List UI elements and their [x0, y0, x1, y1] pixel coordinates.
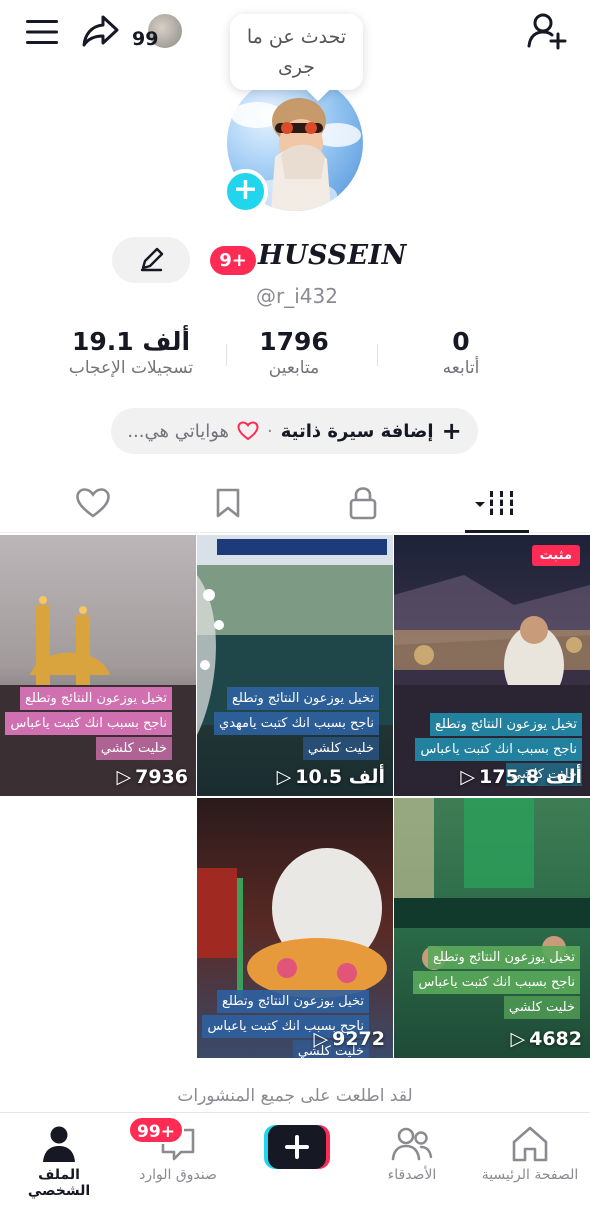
edit-profile-button[interactable] — [112, 237, 190, 283]
view-count-value: 4682 — [529, 1028, 582, 1050]
menu-icon[interactable] — [26, 18, 60, 46]
tab-saved[interactable] — [183, 475, 273, 531]
add-friend-icon[interactable] — [527, 12, 567, 50]
caption-line: ناجح بسبب انك كتبت ياعباس — [5, 712, 172, 735]
play-icon: ▷ — [116, 766, 132, 788]
view-count-value: 10.5 ألف — [295, 766, 385, 788]
likes-stat[interactable]: 19.1 ألف تسجيلات الإعجاب — [50, 327, 212, 378]
tab-videos[interactable] — [452, 475, 542, 531]
profile-tabs — [0, 475, 590, 533]
profile-name: HUSSEIN — [258, 240, 407, 271]
caption-line: تخيل يوزعون النتائج وتطلع — [227, 687, 379, 710]
video-caption: تخيل يوزعون النتائج وتطلع ناجح بسبب انك … — [5, 687, 172, 762]
grid-icon — [475, 491, 513, 515]
followers-stat[interactable]: 1796 متابعين — [240, 327, 348, 378]
video-tile[interactable]: تخيل يوزعون النتائج وتطلع ناجح بسبب انك … — [394, 798, 590, 1058]
followers-count: 1796 — [259, 327, 329, 356]
pinned-badge: مثبت — [531, 545, 580, 566]
caption-line: خليت كلشي — [503, 996, 580, 1019]
add-bio-label: إضافة سيرة ذاتية — [280, 420, 434, 442]
tab-liked[interactable] — [48, 475, 138, 531]
nav-profile-label: الملف الشخصي — [27, 1167, 91, 1199]
view-count-value: 175.8 ألف — [479, 766, 582, 788]
play-icon: ▷ — [276, 766, 292, 788]
video-tile[interactable]: تخيل يوزعون النتائج وتطلع ناجح بسبب انك … — [197, 535, 393, 796]
profile-username: @r_i432 — [256, 284, 338, 308]
all-posts-seen-text: لقد اطلعت على جميع المنشورات — [177, 1086, 413, 1106]
heart-outline-icon — [237, 421, 259, 441]
view-count: ▷ 175.8 ألف — [460, 766, 582, 788]
lock-icon — [349, 487, 377, 520]
nav-inbox-label: صندوق الوارد — [139, 1167, 217, 1183]
view-count: ▷ 7936 — [116, 766, 188, 788]
caption-line: خليت كلشي — [95, 737, 172, 760]
nav-profile[interactable]: الملف الشخصي — [8, 1113, 110, 1214]
bookmark-icon — [216, 488, 240, 518]
likes-label: تسجيلات الإعجاب — [68, 358, 194, 378]
bio-separator: · — [267, 420, 273, 442]
bubble-line1: تحدث عن ما — [246, 26, 347, 48]
caption-line: ناجح بسبب انك كتبت ياعباس — [415, 738, 582, 761]
video-caption: تخيل يوزعون النتائج وتطلع ناجح بسبب انك … — [413, 946, 580, 1021]
video-tile[interactable]: تخيل يوزعون النتائج وتطلع ناجح بسبب انك … — [197, 798, 393, 1058]
video-caption: تخيل يوزعون النتائج وتطلع ناجح بسبب انك … — [214, 687, 379, 762]
plus-icon: + — [441, 417, 462, 445]
bubble-line2: جرى — [277, 56, 316, 78]
view-count-value: 9272 — [332, 1028, 385, 1050]
play-icon: ▷ — [313, 1028, 329, 1050]
home-icon — [470, 1113, 590, 1163]
likes-count: 19.1 ألف — [71, 327, 191, 356]
caption-line: خليت كلشي — [302, 737, 379, 760]
notification-badge[interactable]: 9+ — [210, 246, 256, 275]
stat-divider — [226, 344, 227, 366]
create-button[interactable] — [264, 1125, 330, 1169]
inbox-badge: 99+ — [128, 1116, 184, 1144]
tab-private[interactable] — [318, 475, 408, 531]
caption-line: تخيل يوزعون النتائج وتطلع — [430, 713, 582, 736]
following-stat[interactable]: 0 أتابعه — [418, 327, 504, 378]
caption-line: تخيل يوزعون النتائج وتطلع — [20, 687, 172, 710]
view-count: ▷ 4682 — [510, 1028, 582, 1050]
friends-icon — [362, 1113, 462, 1163]
add-story-button[interactable]: + — [223, 169, 268, 214]
play-icon: ▷ — [510, 1028, 526, 1050]
status-bubble[interactable]: تحدث عن ما جرى — [230, 14, 363, 90]
following-count: 0 — [452, 327, 470, 356]
share-icon[interactable] — [82, 14, 120, 48]
video-tile[interactable]: مثبت تخيل يوزعون النتائج وتطلع ناجح بسبب… — [394, 535, 590, 796]
view-count-value: 7936 — [135, 766, 188, 788]
caption-line: ناجح بسبب انك كتبت ياعباس — [413, 971, 580, 994]
following-label: أتابعه — [442, 358, 480, 378]
bottom-navigation: الصفحة الرئيسية الأصدقاء صندوق الوارد ال… — [0, 1112, 590, 1214]
story-count: 99 — [132, 28, 159, 50]
active-tab-indicator — [465, 530, 529, 533]
caption-line: تخيل يوزعون النتائج وتطلع — [428, 946, 580, 969]
nav-home-label: الصفحة الرئيسية — [481, 1167, 579, 1183]
profile-icon — [8, 1113, 110, 1163]
caption-line: تخيل يوزعون النتائج وتطلع — [217, 990, 369, 1013]
add-bio-button[interactable]: + إضافة سيرة ذاتية · هواياتي هي... — [111, 408, 478, 454]
nav-friends-label: الأصدقاء — [387, 1167, 437, 1183]
view-count: ▷ 10.5 ألف — [277, 766, 385, 788]
view-count: ▷ 9272 — [313, 1028, 385, 1050]
nav-friends[interactable]: الأصدقاء — [362, 1113, 462, 1214]
stat-divider — [377, 344, 378, 366]
heart-icon — [76, 488, 110, 518]
nav-home[interactable]: الصفحة الرئيسية — [470, 1113, 590, 1214]
video-tile[interactable]: تخيل يوزعون النتائج وتطلع ناجح بسبب انك … — [0, 535, 196, 796]
caption-line: ناجح بسبب انك كتبت يامهدي — [214, 712, 379, 735]
followers-label: متابعين — [268, 358, 320, 378]
play-icon: ▷ — [460, 766, 475, 788]
hobbies-placeholder: هواياتي هي... — [127, 420, 229, 442]
